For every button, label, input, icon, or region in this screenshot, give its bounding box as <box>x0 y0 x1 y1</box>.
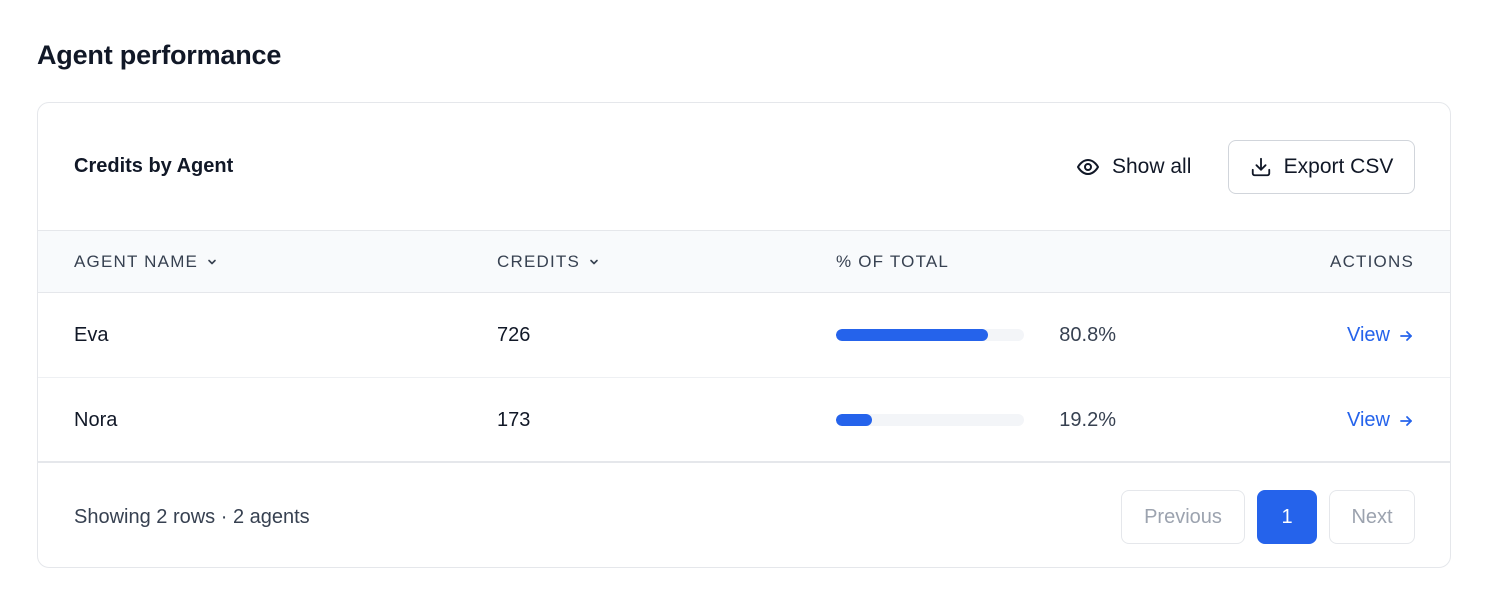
column-header-agent-name[interactable]: AGENT NAME <box>74 231 218 293</box>
agent-credits-card: Credits by Agent Show all Export CSV AGE… <box>37 102 1451 568</box>
show-all-button[interactable]: Show all <box>1076 147 1191 187</box>
card-title: Credits by Agent <box>74 155 234 177</box>
column-header-actions: ACTIONS <box>1330 231 1414 293</box>
credits-cell: 173 <box>497 409 531 431</box>
pct-bar-fill <box>836 414 873 426</box>
table-header: AGENT NAME CREDITS % OF TOTAL ACTIONS <box>38 231 1450 293</box>
column-header-credits[interactable]: CREDITS <box>497 231 600 293</box>
pct-value: 19.2% <box>1059 409 1116 431</box>
table-row: Nora 173 19.2% View <box>38 378 1450 463</box>
arrow-right-icon <box>1400 330 1412 341</box>
row-summary: Showing 2 rows · 2 agents <box>74 505 310 528</box>
credits-cell: 726 <box>497 324 531 346</box>
view-link[interactable]: View <box>1347 378 1414 463</box>
previous-page-button[interactable]: Previous <box>1121 490 1245 544</box>
page-1-button[interactable]: 1 <box>1257 490 1317 544</box>
arrow-right-icon <box>1400 415 1412 426</box>
table-row: Eva 726 80.8% View <box>38 293 1450 378</box>
export-csv-label: Export CSV <box>1283 155 1394 178</box>
pct-bar-fill <box>836 329 988 341</box>
agent-name-cell: Eva <box>74 324 109 346</box>
pct-bar-track <box>836 414 1024 426</box>
view-label: View <box>1347 409 1390 431</box>
card-header: Credits by Agent Show all Export CSV <box>38 103 1450 231</box>
chevron-down-icon <box>590 259 598 265</box>
column-label: CREDITS <box>497 252 581 271</box>
chevron-down-icon <box>208 259 216 265</box>
next-page-button[interactable]: Next <box>1329 490 1415 544</box>
page-title: Agent performance <box>37 40 282 70</box>
column-label: AGENT NAME <box>74 252 199 271</box>
view-link[interactable]: View <box>1347 293 1414 378</box>
column-label: ACTIONS <box>1330 252 1414 271</box>
view-label: View <box>1347 324 1390 346</box>
eye-icon <box>1077 159 1099 175</box>
pct-value: 80.8% <box>1059 324 1116 346</box>
show-all-label: Show all <box>1112 155 1192 178</box>
column-header-pct-total: % OF TOTAL <box>836 231 949 293</box>
table-footer: Showing 2 rows · 2 agents Previous 1 Nex… <box>38 465 1450 567</box>
column-label: % OF TOTAL <box>836 252 950 271</box>
export-csv-button[interactable]: Export CSV <box>1228 140 1415 194</box>
agent-name-cell: Nora <box>74 409 118 431</box>
pct-bar-track <box>836 329 1024 341</box>
download-icon <box>1251 157 1270 177</box>
